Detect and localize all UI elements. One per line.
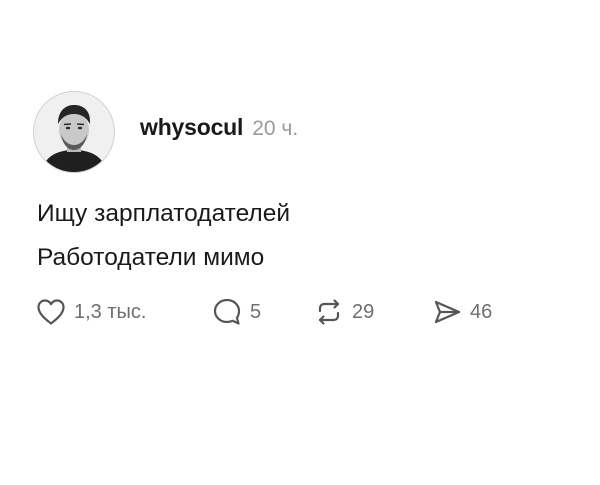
post-actions-bar: 1,3 тыс. 5 29 46 <box>36 295 492 329</box>
post-timestamp: 20 ч. <box>252 117 299 140</box>
repost-icon <box>318 299 340 325</box>
share-button[interactable]: 46 <box>432 297 492 327</box>
post-header: whysocul 20 ч. <box>140 114 298 144</box>
person-avatar-icon <box>34 92 114 172</box>
send-icon <box>434 300 461 324</box>
author-avatar[interactable] <box>33 91 115 173</box>
comment-count: 5 <box>250 300 262 323</box>
share-count: 46 <box>470 300 493 323</box>
repost-button[interactable]: 29 <box>314 297 432 327</box>
like-count: 1,3 тыс. <box>74 300 147 323</box>
post-card: whysocul 20 ч. Ищу зарплатодателей Работ… <box>0 0 600 485</box>
author-username[interactable]: whysocul <box>140 114 243 141</box>
post-text: Ищу зарплатодателей Работодатели мимо <box>37 192 577 280</box>
post-text-line: Ищу зарплатодателей <box>37 200 291 227</box>
repost-count: 29 <box>352 300 375 323</box>
comment-button[interactable]: 5 <box>212 297 314 327</box>
comment-bubble-icon <box>213 298 241 325</box>
post-text-line: Работодатели мимо <box>37 244 265 271</box>
heart-icon <box>37 299 65 325</box>
like-button[interactable]: 1,3 тыс. <box>36 298 212 326</box>
